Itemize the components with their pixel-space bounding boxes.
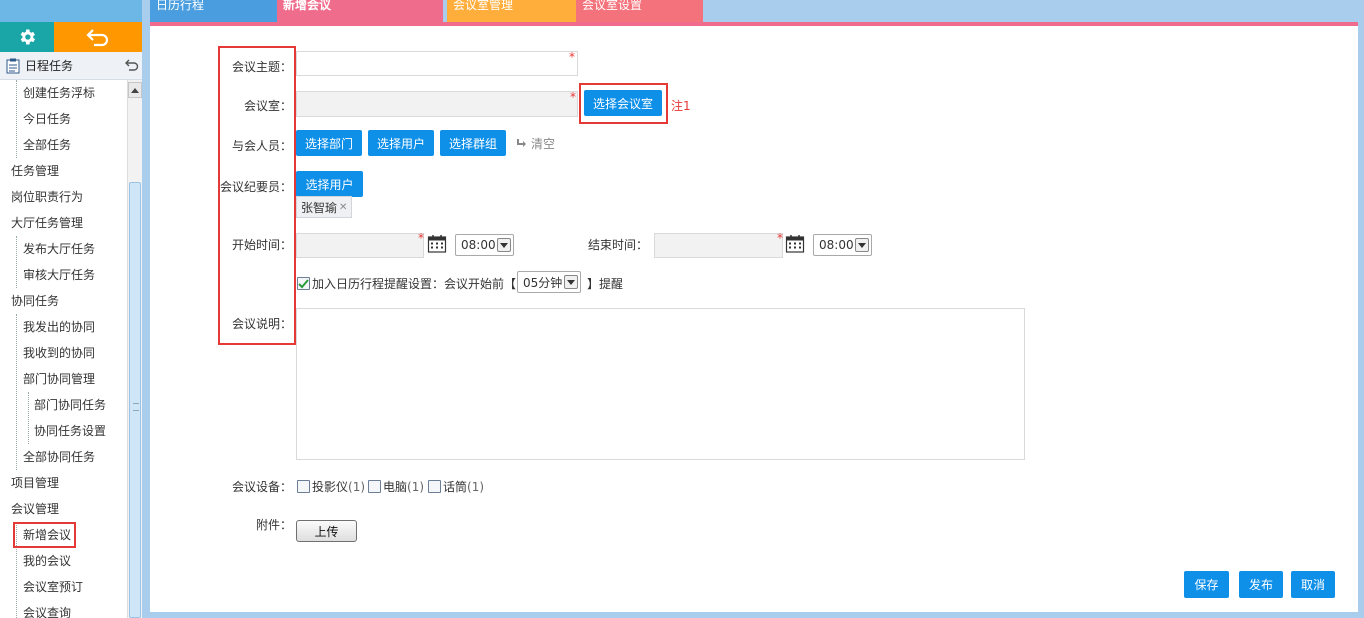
scroll-grip (133, 403, 139, 411)
start-time-label: 开始时间： (231, 238, 292, 252)
sidebar-top-strip (0, 0, 142, 22)
cancel-button[interactable]: 取消 (1291, 571, 1335, 598)
description-label: 会议说明： (231, 317, 292, 331)
tab-calendar[interactable]: 日历行程 (150, 0, 277, 22)
sidebar-item[interactable]: 我发出的协同 (0, 314, 95, 340)
select-room-button[interactable]: 选择会议室 (584, 90, 662, 116)
reminder-text-before: 加入日历行程提醒设置：会议开始前【 (312, 277, 517, 291)
sidebar-group[interactable]: 岗位职责行为 (0, 184, 83, 210)
required-mark: * (569, 50, 575, 64)
computer-label: 电脑(1) (383, 480, 425, 494)
select-user-button[interactable]: 选择用户 (368, 130, 434, 156)
sidebar-group[interactable]: 协同任务 (0, 288, 59, 314)
sidebar-group[interactable]: 大厅任务管理 (0, 210, 83, 236)
select-group-button[interactable]: 选择群组 (440, 130, 506, 156)
clear-attendees-button[interactable]: 清空 (516, 135, 555, 152)
dropdown-arrow-icon (497, 238, 511, 252)
room-note: 注1 (671, 99, 691, 113)
sidebar-item[interactable]: 部门协同管理 (0, 366, 95, 392)
sidebar-subitem[interactable]: 部门协同任务 (0, 392, 106, 418)
calendar-icon[interactable] (427, 234, 447, 254)
microphone-checkbox[interactable] (428, 480, 441, 493)
recorder-name: 张智瑜 (301, 200, 338, 215)
tab-bar: 日历行程 新增会议 会议室管理 会议室设置 (150, 0, 1364, 22)
remove-tag-icon[interactable]: ✕ (339, 202, 347, 213)
scroll-thumb[interactable] (129, 182, 141, 618)
sidebar-item[interactable]: 我的会议 (0, 548, 71, 574)
nav-tree: 创建任务浮标 今日任务 全部任务 任务管理 岗位职责行为 大厅任务管理 发布大厅… (0, 80, 127, 618)
start-time-value: 08:00 (461, 238, 496, 252)
sidebar-subitem[interactable]: 协同任务设置 (0, 418, 106, 444)
reminder-select[interactable]: 05分钟 (517, 271, 581, 293)
computer-checkbox[interactable] (368, 480, 381, 493)
scroll-up-button[interactable] (128, 82, 142, 98)
clear-arrow-icon (517, 138, 526, 147)
clipboard-icon (6, 58, 20, 74)
sidebar-item[interactable]: 全部协同任务 (0, 444, 95, 470)
subject-input[interactable] (296, 51, 578, 76)
settings-button[interactable] (0, 22, 54, 52)
tab-meeting-room-settings[interactable]: 会议室设置 (576, 0, 703, 22)
projector-label: 投影仪(1) (312, 480, 366, 494)
calendar-icon[interactable] (785, 234, 805, 254)
attachment-label: 附件： (255, 518, 292, 532)
undo-icon[interactable] (124, 58, 140, 72)
labels-highlight-box (218, 46, 296, 345)
subject-label: 会议主题： (231, 60, 292, 74)
sidebar-item[interactable]: 审核大厅任务 (0, 262, 95, 288)
required-mark: * (777, 231, 783, 245)
end-time-label: 结束时间： (588, 238, 649, 252)
publish-button[interactable]: 发布 (1239, 571, 1283, 598)
gear-icon (20, 29, 35, 45)
required-mark: * (418, 231, 424, 245)
attendees-label: 与会人员： (231, 139, 292, 153)
sidebar-item[interactable]: 今日任务 (0, 106, 71, 132)
microphone-label: 话筒(1) (443, 480, 485, 494)
reminder-text-after: 】提醒 (587, 277, 624, 291)
projector-checkbox[interactable] (297, 480, 310, 493)
description-textarea[interactable] (296, 308, 1025, 460)
upload-button[interactable]: 上传 (296, 520, 357, 542)
sidebar-item[interactable]: 会议室预订 (0, 574, 83, 600)
start-date-input[interactable] (296, 233, 424, 258)
checkmark-icon (298, 278, 309, 288)
sidebar-item[interactable]: 我收到的协同 (0, 340, 95, 366)
reminder-value: 05分钟 (523, 275, 563, 290)
tab-meeting-room-management[interactable]: 会议室管理 (447, 0, 576, 22)
room-label: 会议室： (243, 99, 292, 113)
tab-new-meeting[interactable]: 新增会议 (277, 0, 443, 22)
select-department-button[interactable]: 选择部门 (296, 130, 362, 156)
sidebar-scrollbar[interactable] (127, 80, 142, 618)
room-input[interactable] (296, 91, 578, 117)
reminder-checkbox[interactable] (297, 277, 310, 290)
sidebar-item[interactable]: 发布大厅任务 (0, 236, 95, 262)
equipment-label: 会议设备： (231, 480, 292, 494)
save-button[interactable]: 保存 (1184, 571, 1229, 598)
sidebar-item[interactable]: 全部任务 (0, 132, 71, 158)
new-meeting-panel: 会议主题： 会议室： 与会人员： 会议纪要员： 开始时间： 会议说明： * * … (150, 26, 1358, 612)
select-recorder-button[interactable]: 选择用户 (296, 171, 363, 197)
sidebar-item-new-meeting[interactable]: 新增会议 (0, 522, 71, 548)
end-time-value: 08:00 (819, 238, 854, 252)
sidebar-section-title: 日程任务 (25, 59, 74, 73)
recorder-tag: 张智瑜 ✕ (296, 196, 352, 218)
clear-label: 清空 (531, 137, 556, 151)
end-date-input[interactable] (654, 233, 783, 258)
back-button[interactable] (54, 22, 142, 52)
sidebar-item[interactable]: 会议查询 (0, 600, 71, 618)
chevron-up-icon (131, 88, 139, 93)
back-arrow-icon (86, 29, 109, 47)
sidebar-group[interactable]: 项目管理 (0, 470, 59, 496)
dropdown-arrow-icon (855, 238, 869, 252)
dropdown-arrow-icon (564, 275, 578, 289)
sidebar: 日程任务 创建任务浮标 今日任务 全部任务 任务管理 岗位职责行为 大厅任务管理… (0, 0, 142, 618)
start-time-select[interactable]: 08:00 (455, 234, 514, 256)
sidebar-group[interactable]: 任务管理 (0, 158, 59, 184)
sidebar-section-header[interactable]: 日程任务 (0, 52, 142, 80)
sidebar-item[interactable]: 创建任务浮标 (0, 80, 95, 106)
recorder-label: 会议纪要员： (219, 180, 292, 194)
sidebar-group[interactable]: 会议管理 (0, 496, 59, 522)
end-time-select[interactable]: 08:00 (813, 234, 872, 256)
required-mark: * (570, 90, 576, 104)
